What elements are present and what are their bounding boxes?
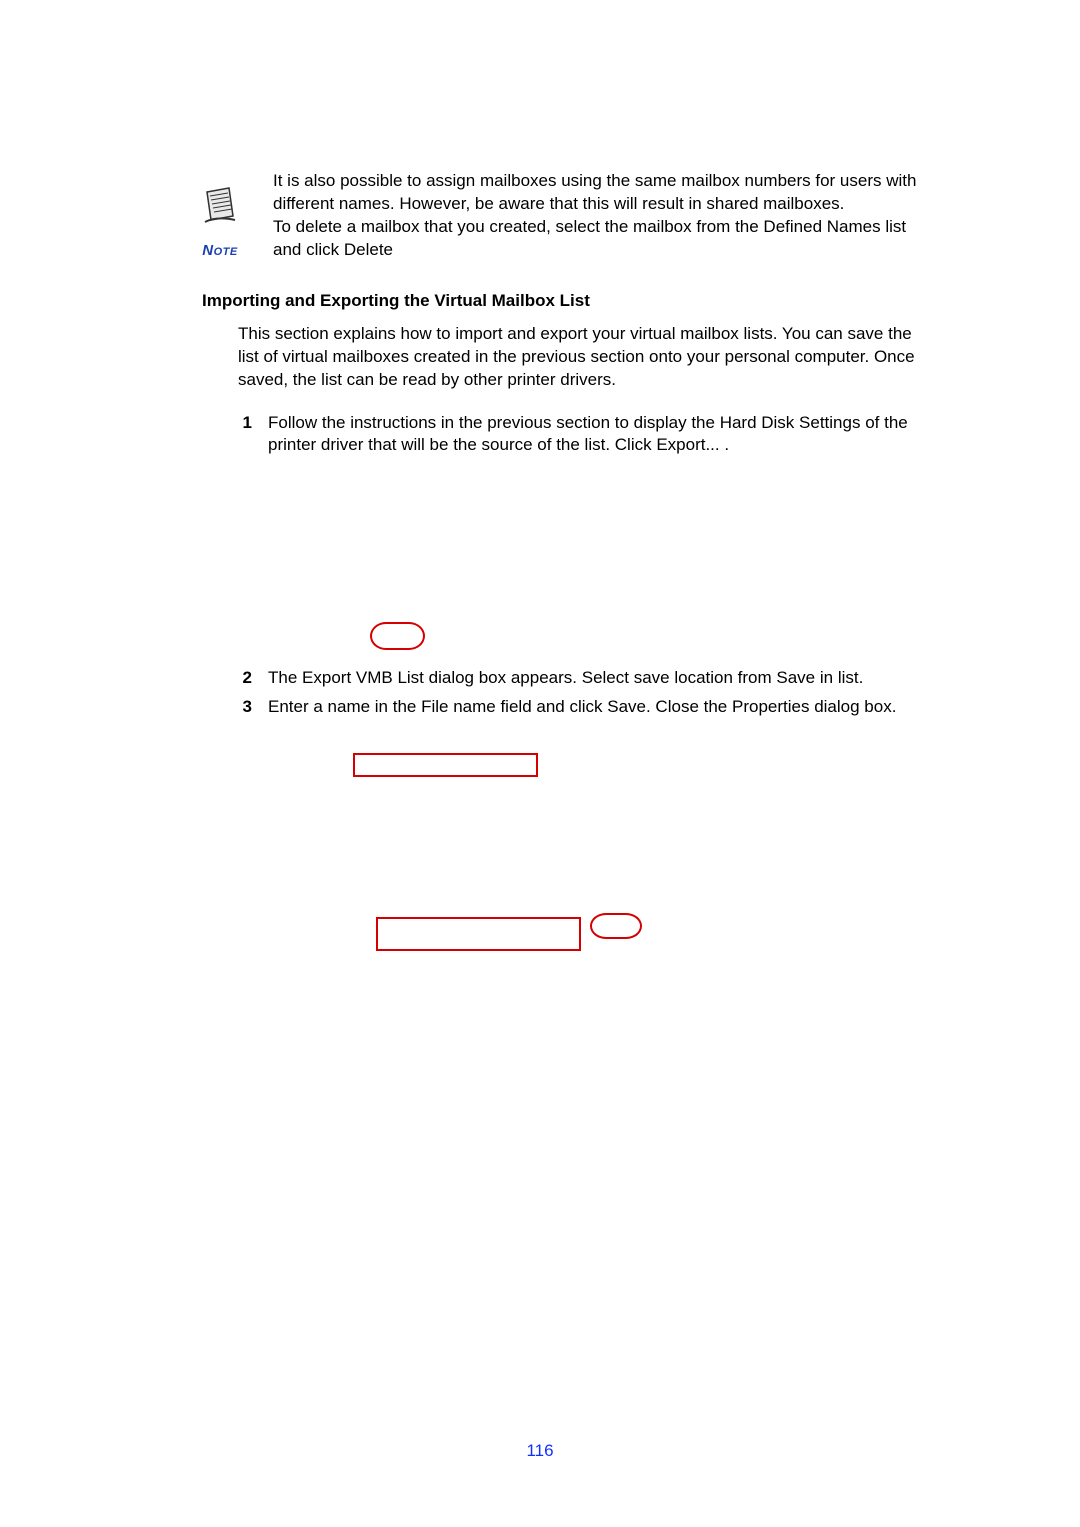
figure-1-placeholder [238, 467, 930, 657]
step-number: 1 [238, 412, 256, 435]
step-number: 2 [238, 667, 256, 690]
note-icon [199, 186, 241, 235]
note-block: Note It is also possible to assign mailb… [195, 170, 930, 262]
step-number: 3 [238, 696, 256, 719]
step-1: 1 Follow the instructions in the previou… [238, 412, 930, 458]
highlight-oval-export [370, 622, 425, 650]
step-3: 3 Enter a name in the File name field an… [238, 696, 930, 719]
note-paragraph-2: To delete a mailbox that you created, se… [273, 216, 930, 262]
section-heading: Importing and Exporting the Virtual Mail… [202, 290, 930, 313]
intro-paragraph: This section explains how to import and … [238, 323, 930, 392]
step-text: The Export VMB List dialog box appears. … [268, 667, 930, 690]
figure-2-placeholder [238, 737, 930, 997]
highlight-oval-save [590, 913, 642, 939]
page-number: 116 [0, 1440, 1080, 1463]
document-page: Note It is also possible to assign mailb… [0, 0, 1080, 1527]
highlight-rect-file-name [376, 917, 581, 951]
step-text: Follow the instructions in the previous … [268, 412, 930, 458]
step-text: Enter a name in the File name field and … [268, 696, 930, 719]
note-icon-column: Note [195, 170, 245, 261]
step-2: 2 The Export VMB List dialog box appears… [238, 667, 930, 690]
note-paragraph-1: It is also possible to assign mailboxes … [273, 170, 930, 216]
highlight-rect-save-in [353, 753, 538, 777]
note-text: It is also possible to assign mailboxes … [273, 170, 930, 262]
note-label: Note [202, 241, 237, 261]
